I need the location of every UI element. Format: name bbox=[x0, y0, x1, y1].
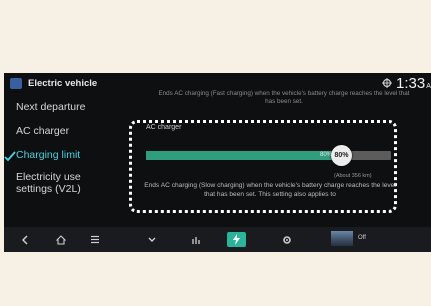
sidebar-item-v2l-settings[interactable]: Electricity use settings (V2L) bbox=[16, 171, 111, 195]
range-label: (About 356 km) bbox=[334, 173, 372, 179]
ev-app-icon bbox=[10, 78, 22, 89]
clock-ampm: AM bbox=[426, 83, 431, 90]
charging-icon bbox=[233, 234, 240, 245]
settings-icon[interactable] bbox=[276, 227, 298, 252]
stats-icon[interactable] bbox=[185, 227, 207, 252]
collapse-icon[interactable] bbox=[141, 227, 163, 252]
gps-icon bbox=[382, 78, 392, 88]
top-description: Ends AC charging (Fast charging) when th… bbox=[158, 90, 410, 105]
back-icon[interactable] bbox=[14, 227, 36, 252]
menu-icon[interactable] bbox=[84, 227, 106, 252]
highlight-box bbox=[129, 120, 397, 213]
infotainment-screen: Electric vehicle 1:33AM Next departure A… bbox=[4, 73, 431, 252]
bottom-nav-bar: Off bbox=[4, 227, 431, 252]
home-icon[interactable] bbox=[50, 227, 72, 252]
sidebar-item-next-departure[interactable]: Next departure bbox=[16, 101, 85, 113]
card-title: AC charger bbox=[146, 124, 182, 131]
slider-fill: 80% bbox=[146, 151, 342, 160]
charging-limit-slider[interactable]: 80% 80% bbox=[146, 145, 391, 166]
charging-nav-button[interactable] bbox=[227, 232, 246, 247]
sidebar-item-ac-charger[interactable]: AC charger bbox=[16, 125, 69, 137]
limit-description: Ends AC charging (Slow charging) when th… bbox=[144, 182, 396, 198]
sidebar: Next departure AC charger Charging limit… bbox=[4, 97, 124, 223]
slider-thumb[interactable]: 80% bbox=[331, 145, 352, 166]
media-status-label: Off bbox=[358, 235, 366, 241]
media-thumbnail[interactable] bbox=[331, 231, 353, 246]
app-title: Electric vehicle bbox=[28, 78, 98, 89]
sidebar-item-charging-limit[interactable]: Charging limit bbox=[16, 149, 80, 161]
check-icon bbox=[4, 149, 16, 162]
